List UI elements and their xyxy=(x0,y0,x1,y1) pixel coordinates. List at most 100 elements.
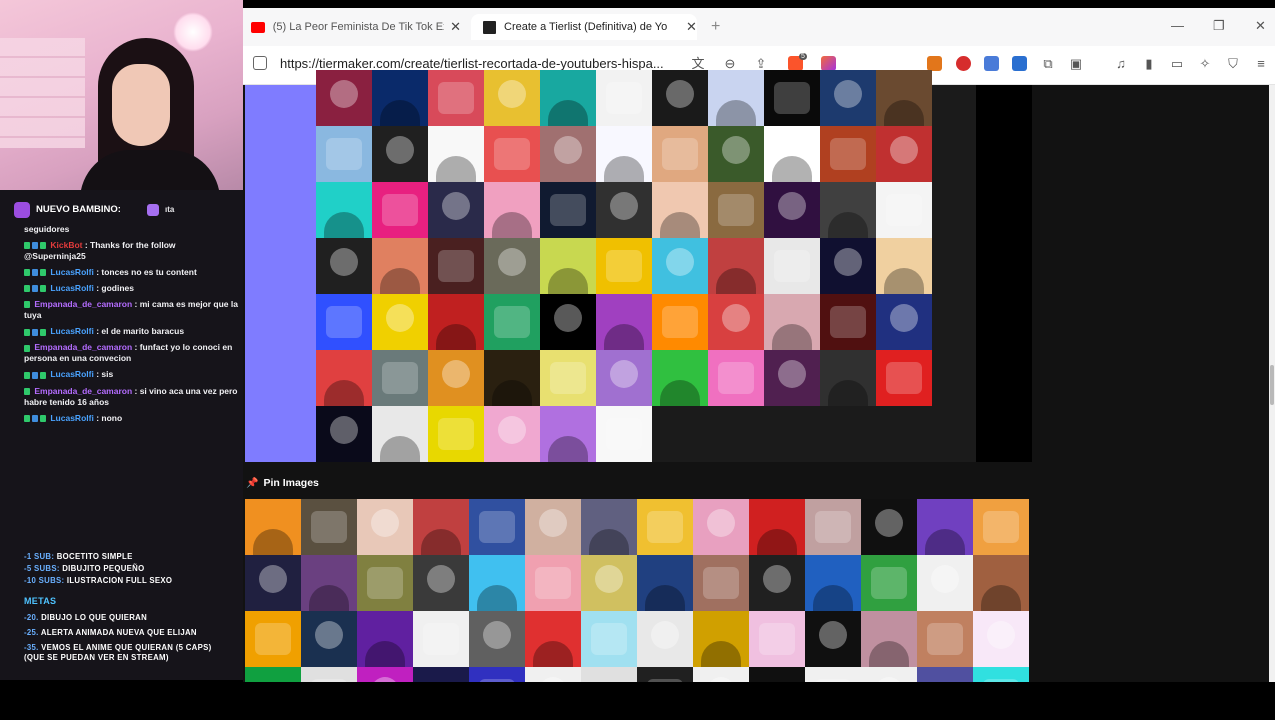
tier-image-tile[interactable] xyxy=(708,182,764,238)
tier-image-tile[interactable] xyxy=(357,667,413,682)
tier-image-tile[interactable] xyxy=(581,555,637,611)
vpn-shield-icon[interactable]: ⛉ xyxy=(1225,56,1241,72)
tier-image-tile[interactable] xyxy=(540,238,596,294)
tier-image-tile[interactable] xyxy=(693,499,749,555)
chat-username[interactable]: LucasRolfi xyxy=(48,283,96,293)
tier-image-tile[interactable] xyxy=(596,406,652,462)
tab-youtube[interactable]: (5) La Peor Feminista De Tik Tok Expu ✕ xyxy=(251,14,461,40)
tier-image-tile[interactable] xyxy=(372,182,428,238)
tier-image-tile[interactable] xyxy=(245,555,301,611)
page-scrollbar[interactable] xyxy=(1269,85,1275,682)
chat-username[interactable]: LucasRolfi xyxy=(48,326,96,336)
tier-image-tile[interactable] xyxy=(245,667,301,682)
chat-username[interactable]: KickBot xyxy=(48,240,85,250)
scrollbar-thumb[interactable] xyxy=(1270,365,1274,405)
tier-image-tile[interactable] xyxy=(428,182,484,238)
tier-image-tile[interactable] xyxy=(596,70,652,126)
tier-image-tile[interactable] xyxy=(917,611,973,667)
tier-image-tile[interactable] xyxy=(764,294,820,350)
tier-image-tile[interactable] xyxy=(805,499,861,555)
tier-image-tile[interactable] xyxy=(805,667,861,682)
tier-image-tile[interactable] xyxy=(428,406,484,462)
tier-image-tile[interactable] xyxy=(540,350,596,406)
tier-row-settings[interactable] xyxy=(976,85,1032,462)
tier-image-tile[interactable] xyxy=(764,350,820,406)
tier-image-tile[interactable] xyxy=(484,238,540,294)
tier-image-tile[interactable] xyxy=(301,499,357,555)
tier-image-tile[interactable] xyxy=(469,499,525,555)
metamask-icon[interactable] xyxy=(927,56,942,71)
tier-image-tile[interactable] xyxy=(540,294,596,350)
tier-image-tile[interactable] xyxy=(693,611,749,667)
tier-image-tile[interactable] xyxy=(708,126,764,182)
tier-image-tile[interactable] xyxy=(652,350,708,406)
tier-image-tile[interactable] xyxy=(861,667,917,682)
tier-image-tile[interactable] xyxy=(316,350,372,406)
wallet-icon[interactable]: ▭ xyxy=(1169,56,1185,72)
tier-image-tile[interactable] xyxy=(652,182,708,238)
site-info-icon[interactable] xyxy=(253,56,267,70)
tier-image-tile[interactable] xyxy=(372,350,428,406)
tier-image-tile[interactable] xyxy=(301,611,357,667)
leo-ai-icon[interactable]: ✧ xyxy=(1197,56,1213,72)
tier-image-tile[interactable] xyxy=(372,126,428,182)
chat-username[interactable]: LucasRolfi xyxy=(48,267,96,277)
tier-image-tile[interactable] xyxy=(652,70,708,126)
tier-image-tile[interactable] xyxy=(820,294,876,350)
tier-image-tile[interactable] xyxy=(525,555,581,611)
restore-icon[interactable]: ❐ xyxy=(1213,18,1225,34)
tier-image-tile[interactable] xyxy=(820,350,876,406)
tier-image-tile[interactable] xyxy=(428,350,484,406)
tier-image-tile[interactable] xyxy=(749,611,805,667)
tier-image-tile[interactable] xyxy=(316,70,372,126)
tier-image-tile[interactable] xyxy=(764,126,820,182)
tier-image-tile[interactable] xyxy=(917,499,973,555)
tier-image-tile[interactable] xyxy=(301,555,357,611)
tier-image-tile[interactable] xyxy=(413,555,469,611)
tier-image-tile[interactable] xyxy=(245,611,301,667)
address-bar[interactable]: https://tiermaker.com/create/tierlist-re… xyxy=(280,56,664,71)
tier-image-tile[interactable] xyxy=(637,499,693,555)
tier-image-tile[interactable] xyxy=(540,406,596,462)
tier-image-tile[interactable] xyxy=(540,70,596,126)
tier-drop-area[interactable] xyxy=(316,70,976,462)
tier-image-tile[interactable] xyxy=(917,667,973,682)
tier-image-tile[interactable] xyxy=(596,294,652,350)
tier-image-tile[interactable] xyxy=(316,294,372,350)
tier-image-tile[interactable] xyxy=(413,611,469,667)
tier-image-tile[interactable] xyxy=(525,667,581,682)
tier-image-tile[interactable] xyxy=(484,126,540,182)
tier-image-tile[interactable] xyxy=(596,182,652,238)
chat-username[interactable]: Empanada_de_camaron xyxy=(32,342,135,352)
tier-image-tile[interactable] xyxy=(693,667,749,682)
tier-image-tile[interactable] xyxy=(652,294,708,350)
minimize-icon[interactable]: — xyxy=(1171,18,1184,33)
tier-image-tile[interactable] xyxy=(805,611,861,667)
sidebar-icon[interactable]: ▮ xyxy=(1141,56,1157,72)
tier-image-tile[interactable] xyxy=(484,294,540,350)
chat-username[interactable]: LucasRolfi xyxy=(48,369,96,379)
tier-image-tile[interactable] xyxy=(764,70,820,126)
tier-image-tile[interactable] xyxy=(876,238,932,294)
tier-image-tile[interactable] xyxy=(652,126,708,182)
extensions-puzzle-icon[interactable]: ⧉ xyxy=(1040,56,1056,72)
chat-username[interactable]: LucasRolfi xyxy=(48,413,96,423)
tier-image-tile[interactable] xyxy=(428,126,484,182)
tier-image-tile[interactable] xyxy=(820,182,876,238)
tier-image-tile[interactable] xyxy=(469,555,525,611)
tier-image-tile[interactable] xyxy=(820,70,876,126)
tier-image-tile[interactable] xyxy=(708,294,764,350)
tier-image-tile[interactable] xyxy=(469,611,525,667)
tier-label[interactable] xyxy=(245,85,316,462)
menu-icon[interactable]: ≡ xyxy=(1253,56,1269,72)
tier-image-tile[interactable] xyxy=(525,611,581,667)
tier-image-tile[interactable] xyxy=(596,350,652,406)
tier-image-tile[interactable] xyxy=(693,555,749,611)
tier-image-tile[interactable] xyxy=(876,350,932,406)
tier-image-tile[interactable] xyxy=(301,667,357,682)
tier-image-tile[interactable] xyxy=(428,294,484,350)
chat-username[interactable]: Empanada_de_camaron xyxy=(32,299,135,309)
chat-username[interactable]: Empanada_de_camaron xyxy=(32,386,135,396)
tier-image-tile[interactable] xyxy=(973,667,1029,682)
tier-image-tile[interactable] xyxy=(820,126,876,182)
